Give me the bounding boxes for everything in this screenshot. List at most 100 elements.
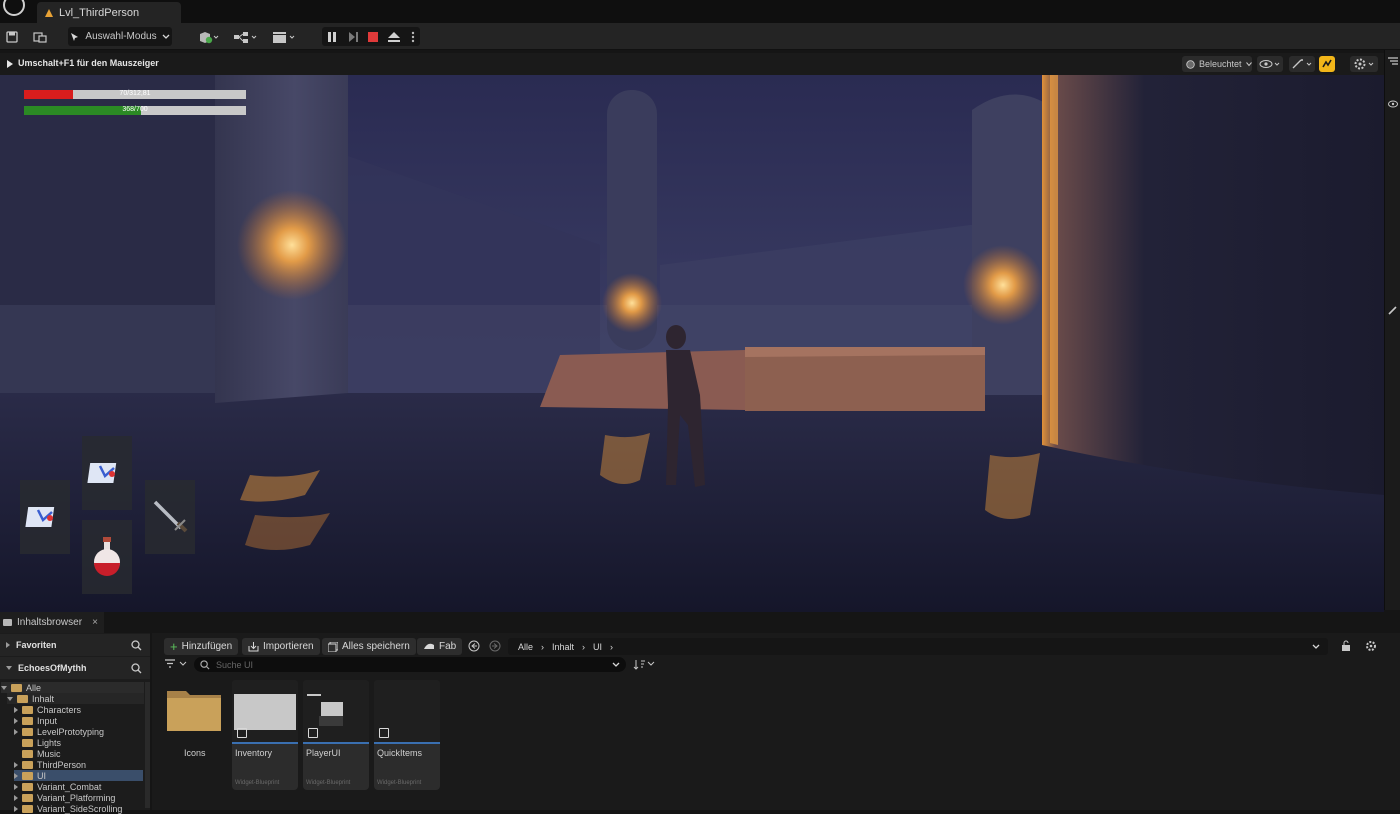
tree-item-music[interactable]: Music (22, 748, 61, 759)
level-viewport[interactable]: 70/312,81 368/700 (0, 75, 1384, 612)
chevron-right-icon[interactable]: › (582, 642, 585, 652)
chevron-down-icon (1245, 61, 1252, 66)
tree-item-variant-combat[interactable]: Variant_Combat (14, 781, 101, 792)
import-button[interactable]: Importieren (242, 638, 320, 655)
back-icon[interactable] (468, 640, 480, 652)
viewport-toolbar: Umschalt+F1 für den Mauszeiger Beleuchte… (0, 53, 1384, 75)
mouse-cursor-hint: Umschalt+F1 für den Mauszeiger (18, 58, 159, 68)
step-frame-icon[interactable] (348, 31, 358, 42)
search-input[interactable]: Suche UI (194, 657, 626, 672)
chevron-right-icon (14, 706, 18, 713)
chevron-right-icon[interactable]: › (541, 642, 544, 652)
tree-scrollbar[interactable] (145, 682, 150, 808)
asset-quickitems[interactable]: QuickItems Widget-Blueprint (374, 680, 440, 790)
search-icon[interactable] (131, 639, 142, 651)
asset-playerui[interactable]: PlayerUI Widget-Blueprint (303, 680, 369, 790)
pencil-icon[interactable] (1388, 305, 1398, 315)
widget-preview (234, 694, 296, 730)
asset-type: Widget-Blueprint (306, 780, 351, 786)
clapperboard-icon (273, 31, 295, 43)
favorites-label: Favoriten (16, 640, 57, 650)
eject-icon[interactable] (388, 31, 401, 42)
lock-icon[interactable] (1340, 640, 1352, 652)
asset-folder-icons[interactable]: Icons (164, 680, 230, 790)
map-icon (87, 463, 117, 483)
blueprint-button[interactable] (233, 27, 259, 46)
quickslot-bottom (82, 520, 132, 594)
tree-item-label: ThirdPerson (37, 759, 87, 770)
asset-name: QuickItems (377, 748, 423, 758)
folder-icon (22, 804, 33, 813)
search-icon (200, 659, 210, 670)
forward-icon[interactable] (489, 640, 501, 652)
favorites-section[interactable]: Favoriten (0, 634, 150, 656)
folder-icon (22, 782, 33, 791)
tree-item-label: LevelPrototyping (37, 726, 105, 737)
tree-item-label: UI (37, 770, 46, 781)
tab-level[interactable]: Lvl_ThirdPerson (37, 2, 181, 23)
save-all-icon (328, 641, 338, 652)
breadcrumb-item[interactable]: UI (593, 642, 602, 652)
settings-gear-icon[interactable] (1365, 640, 1377, 652)
eye-icon[interactable] (1388, 100, 1398, 108)
chevron-down-icon[interactable] (1312, 644, 1320, 650)
tree-item-variant-sidescrolling[interactable]: Variant_SideScrolling (14, 803, 122, 814)
chevron-right-icon (14, 783, 18, 790)
save-all-button[interactable]: Alles speichern (322, 638, 416, 655)
widget-blueprint-icon (379, 728, 389, 738)
asset-panel: + Hinzufügen Importieren Alles speichern… (152, 633, 1400, 810)
tree-item-label: Alle (26, 682, 42, 693)
pause-icon[interactable] (327, 31, 337, 42)
browse-icon (33, 31, 47, 43)
tab-content-browser[interactable]: Inhaltsbrowser × (0, 612, 104, 633)
asset-inventory[interactable]: Inventory Widget-Blueprint (232, 680, 298, 790)
selection-mode-dropdown[interactable]: Auswahl-Modus (68, 27, 172, 46)
asset-type: Widget-Blueprint (235, 780, 280, 786)
widget-preview (319, 716, 343, 726)
tree-item-characters[interactable]: Characters (14, 704, 81, 715)
breadcrumb-item[interactable]: Alle (518, 642, 533, 652)
eye-icon (1259, 60, 1280, 68)
project-section[interactable]: EchoesOfMythh (0, 657, 150, 679)
tree-item-levelprototyping[interactable]: LevelPrototyping (14, 726, 104, 737)
save-button[interactable] (3, 27, 21, 46)
selection-mode-label: Auswahl-Modus (85, 31, 157, 42)
performance-warning-icon[interactable] (1319, 56, 1335, 72)
outliner-icon[interactable] (1388, 56, 1398, 66)
more-options-icon[interactable] (411, 31, 415, 43)
project-label: EchoesOfMythh (18, 663, 87, 673)
sort-icon[interactable] (633, 659, 657, 670)
add-button[interactable]: + Hinzufügen (164, 638, 239, 655)
scalability-button[interactable] (1289, 56, 1315, 72)
tree-item-thirdperson[interactable]: ThirdPerson (14, 759, 86, 770)
tree-item-input[interactable]: Input (14, 715, 57, 726)
unreal-logo-icon[interactable] (3, 0, 25, 16)
stop-icon[interactable] (367, 31, 378, 42)
chevron-right-icon[interactable]: › (610, 642, 613, 652)
content-browser-tabbar: Inhaltsbrowser × (0, 612, 1400, 633)
search-placeholder: Suche UI (216, 659, 254, 670)
tree-item-label: Variant_SideScrolling (37, 803, 123, 814)
fab-icon (424, 643, 434, 649)
view-mode-dropdown[interactable]: Beleuchtet (1182, 56, 1252, 72)
close-icon[interactable]: × (92, 617, 98, 628)
breadcrumb-item[interactable]: Inhalt (552, 642, 574, 652)
wand-icon (1292, 59, 1312, 69)
cinematics-button[interactable] (271, 27, 297, 46)
tree-item-alle[interactable]: Alle (1, 682, 144, 693)
tree-item-ui[interactable]: UI (14, 770, 143, 781)
tree-item-lights[interactable]: Lights (22, 737, 61, 748)
tree-item-inhalt[interactable]: Inhalt (7, 693, 144, 704)
asset-thumbnail (303, 680, 369, 744)
widget-blueprint-icon (237, 728, 247, 738)
search-icon[interactable] (131, 662, 142, 674)
tree-item-variant-platforming[interactable]: Variant_Platforming (14, 792, 115, 803)
tree-item-label: Variant_Combat (37, 781, 102, 792)
show-flags-button[interactable] (1257, 56, 1283, 72)
add-actor-button[interactable] (196, 27, 222, 46)
browse-content-button[interactable] (31, 27, 49, 46)
fab-button[interactable]: Fab (417, 638, 463, 655)
chevron-down-icon[interactable] (612, 662, 620, 668)
viewport-settings-button[interactable] (1350, 56, 1378, 72)
filter-icon[interactable] (165, 659, 189, 669)
